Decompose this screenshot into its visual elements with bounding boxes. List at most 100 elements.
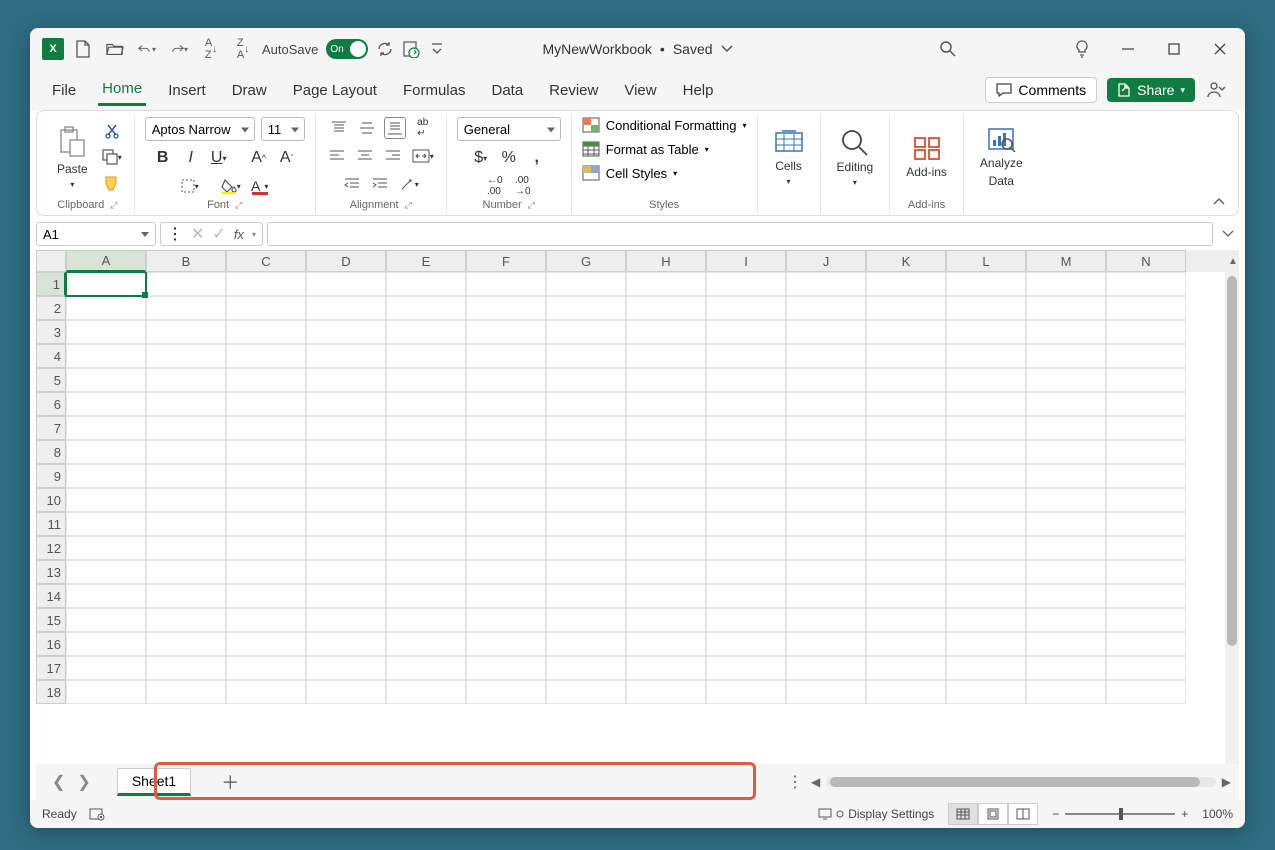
- cell-H3[interactable]: [626, 320, 706, 344]
- cell-B8[interactable]: [146, 440, 226, 464]
- comments-button[interactable]: Comments: [985, 77, 1097, 103]
- column-header-H[interactable]: H: [626, 250, 706, 272]
- cell-H10[interactable]: [626, 488, 706, 512]
- cell-G15[interactable]: [546, 608, 626, 632]
- cell-J6[interactable]: [786, 392, 866, 416]
- formula-expand-icon[interactable]: [1217, 230, 1239, 238]
- add-sheet-button[interactable]: ＋: [221, 769, 239, 795]
- cell-F3[interactable]: [466, 320, 546, 344]
- cell-C2[interactable]: [226, 296, 306, 320]
- cell-I10[interactable]: [706, 488, 786, 512]
- cell-K14[interactable]: [866, 584, 946, 608]
- borders-icon[interactable]: ▾: [179, 175, 201, 197]
- cell-E4[interactable]: [386, 344, 466, 368]
- row-header-11[interactable]: 11: [36, 512, 66, 536]
- cell-E7[interactable]: [386, 416, 466, 440]
- cell-B6[interactable]: [146, 392, 226, 416]
- cell-I11[interactable]: [706, 512, 786, 536]
- cell-J1[interactable]: [786, 272, 866, 296]
- view-page-layout-icon[interactable]: [978, 803, 1008, 825]
- cell-M11[interactable]: [1026, 512, 1106, 536]
- cell-F1[interactable]: [466, 272, 546, 296]
- comma-icon[interactable]: ,: [526, 147, 548, 169]
- cell-K12[interactable]: [866, 536, 946, 560]
- cell-I8[interactable]: [706, 440, 786, 464]
- cell-H7[interactable]: [626, 416, 706, 440]
- cell-G4[interactable]: [546, 344, 626, 368]
- underline-button[interactable]: U▾: [208, 147, 230, 169]
- zoom-out-icon[interactable]: −: [1052, 807, 1059, 821]
- share-button[interactable]: Share ▾: [1107, 78, 1195, 102]
- cell-C3[interactable]: [226, 320, 306, 344]
- cell-M15[interactable]: [1026, 608, 1106, 632]
- cell-D8[interactable]: [306, 440, 386, 464]
- cell-E14[interactable]: [386, 584, 466, 608]
- cell-M13[interactable]: [1026, 560, 1106, 584]
- cell-F10[interactable]: [466, 488, 546, 512]
- cell-N1[interactable]: [1106, 272, 1186, 296]
- cell-N15[interactable]: [1106, 608, 1186, 632]
- sheet-tab-active[interactable]: Sheet1: [117, 768, 191, 796]
- cell-H1[interactable]: [626, 272, 706, 296]
- format-as-table-button[interactable]: Format as Table▾: [582, 141, 709, 157]
- cell-E2[interactable]: [386, 296, 466, 320]
- cell-F6[interactable]: [466, 392, 546, 416]
- more-icon[interactable]: ⋮: [167, 224, 183, 244]
- cell-E13[interactable]: [386, 560, 466, 584]
- cell-H14[interactable]: [626, 584, 706, 608]
- cell-K17[interactable]: [866, 656, 946, 680]
- cell-D15[interactable]: [306, 608, 386, 632]
- cell-H9[interactable]: [626, 464, 706, 488]
- row-header-3[interactable]: 3: [36, 320, 66, 344]
- cell-J12[interactable]: [786, 536, 866, 560]
- cell-L6[interactable]: [946, 392, 1026, 416]
- row-header-2[interactable]: 2: [36, 296, 66, 320]
- redo-icon[interactable]: ▾: [170, 40, 188, 58]
- increase-indent-icon[interactable]: [369, 173, 391, 195]
- cell-G6[interactable]: [546, 392, 626, 416]
- undo-icon[interactable]: ▾: [138, 40, 156, 58]
- cell-G5[interactable]: [546, 368, 626, 392]
- cell-L11[interactable]: [946, 512, 1026, 536]
- cell-I17[interactable]: [706, 656, 786, 680]
- cell-E16[interactable]: [386, 632, 466, 656]
- formula-input[interactable]: [267, 222, 1213, 246]
- cell-J9[interactable]: [786, 464, 866, 488]
- tab-home[interactable]: Home: [98, 74, 146, 106]
- accounting-icon[interactable]: $▾: [470, 147, 492, 169]
- cell-J5[interactable]: [786, 368, 866, 392]
- cell-J7[interactable]: [786, 416, 866, 440]
- cell-K15[interactable]: [866, 608, 946, 632]
- cell-M3[interactable]: [1026, 320, 1106, 344]
- cell-K6[interactable]: [866, 392, 946, 416]
- font-launcher[interactable]: ⤢: [235, 200, 242, 211]
- cell-M18[interactable]: [1026, 680, 1106, 704]
- cell-N4[interactable]: [1106, 344, 1186, 368]
- cell-F4[interactable]: [466, 344, 546, 368]
- cell-M10[interactable]: [1026, 488, 1106, 512]
- cell-K5[interactable]: [866, 368, 946, 392]
- cell-J11[interactable]: [786, 512, 866, 536]
- cell-A5[interactable]: [66, 368, 146, 392]
- row-header-12[interactable]: 12: [36, 536, 66, 560]
- column-header-L[interactable]: L: [946, 250, 1026, 272]
- tab-insert[interactable]: Insert: [164, 76, 210, 105]
- cell-J18[interactable]: [786, 680, 866, 704]
- column-header-F[interactable]: F: [466, 250, 546, 272]
- cut-icon[interactable]: [100, 120, 124, 142]
- cell-J2[interactable]: [786, 296, 866, 320]
- paste-button[interactable]: Paste ▾: [51, 122, 94, 193]
- cell-M2[interactable]: [1026, 296, 1106, 320]
- tab-draw[interactable]: Draw: [228, 76, 271, 105]
- cell-C4[interactable]: [226, 344, 306, 368]
- cell-H8[interactable]: [626, 440, 706, 464]
- version-history-icon[interactable]: [402, 40, 420, 58]
- cell-K1[interactable]: [866, 272, 946, 296]
- cell-E15[interactable]: [386, 608, 466, 632]
- cell-D18[interactable]: [306, 680, 386, 704]
- zoom-in-icon[interactable]: +: [1181, 807, 1188, 821]
- row-header-6[interactable]: 6: [36, 392, 66, 416]
- cell-L14[interactable]: [946, 584, 1026, 608]
- cell-F18[interactable]: [466, 680, 546, 704]
- cell-F2[interactable]: [466, 296, 546, 320]
